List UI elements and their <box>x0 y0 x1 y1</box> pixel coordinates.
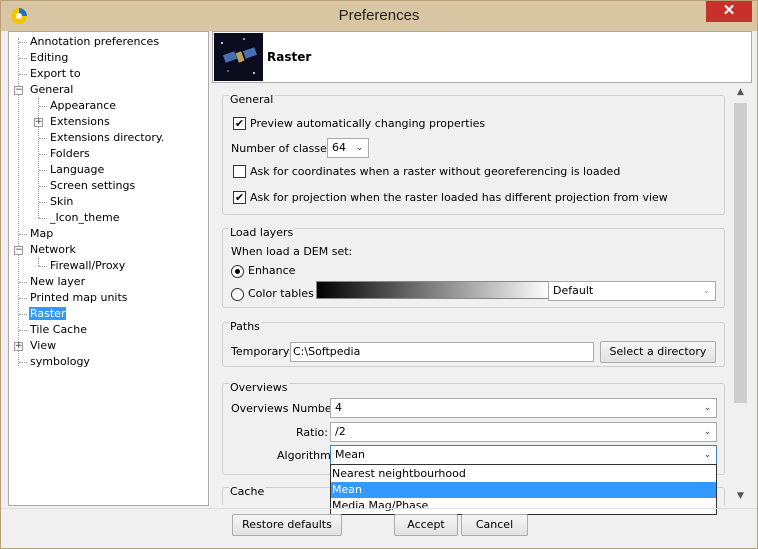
tree-item-extensions-directory[interactable]: Extensions directory. <box>39 130 165 146</box>
color-tables-label: Color tables <box>248 287 314 300</box>
tree-item-firewall-proxy[interactable]: Firewall/Proxy <box>39 258 126 274</box>
footer-divider <box>1 508 757 509</box>
ratio-select[interactable]: /2 ⌄ <box>330 422 717 442</box>
tree-item-annotation-preferences[interactable]: Annotation preferences <box>19 34 160 50</box>
tree-item-skin[interactable]: Skin <box>39 194 74 210</box>
dem-label: When load a DEM set: <box>231 245 353 258</box>
dropdown-arrow-icon: ⌄ <box>703 427 712 437</box>
ask-coordinates-label: Ask for coordinates when a raster withou… <box>250 165 621 178</box>
tree-item-language[interactable]: Language <box>39 162 105 178</box>
overviews-number-label: Overviews Number: <box>231 402 340 415</box>
temporary-path-input[interactable]: C:\Softpedia <box>290 342 594 362</box>
algorithm-select[interactable]: Mean ⌄ <box>330 445 717 465</box>
paths-group-title: Paths <box>229 320 261 333</box>
accept-button[interactable]: Accept <box>394 514 458 536</box>
ask-projection-checkbox[interactable]: ✔ <box>233 191 246 204</box>
tree-item-export-to[interactable]: Export to <box>19 66 82 82</box>
dropdown-arrow-icon: ⌄ <box>703 450 712 460</box>
dropdown-arrow-icon: ⌄ <box>702 286 711 296</box>
tree-item-raster[interactable]: Raster <box>19 306 67 322</box>
algorithm-option-media-mag-phase[interactable]: Media Mag/Phase <box>331 498 716 514</box>
overviews-group-title: Overviews <box>229 381 289 394</box>
window-title: Preferences <box>338 7 420 24</box>
panel-title: Raster <box>267 50 312 64</box>
preview-checkbox[interactable]: ✔ <box>233 117 246 130</box>
tree-item-extensions[interactable]: Extensions <box>39 114 111 130</box>
tree-item-screen-settings[interactable]: Screen settings <box>39 178 136 194</box>
ask-projection-label: Ask for projection when the raster loade… <box>250 191 668 204</box>
title-bar[interactable]: Preferences ✕ <box>1 1 757 31</box>
general-group: General ✔ Preview automatically changing… <box>222 93 725 215</box>
general-group-title: General <box>229 93 275 106</box>
scroll-up-icon[interactable]: ▲ <box>732 87 749 97</box>
satellite-icon <box>214 33 263 81</box>
ratio-label: Ratio: <box>296 426 328 439</box>
tree-item-editing[interactable]: Editing <box>19 50 69 66</box>
algorithm-label: Algorithm: <box>277 449 335 462</box>
number-of-classes-label: Number of classes: <box>231 142 337 155</box>
ask-coordinates-checkbox[interactable] <box>233 165 246 178</box>
preferences-tree: Annotation preferences Editing Export to… <box>8 31 209 506</box>
preferences-window: Preferences ✕ Annotation preferences Edi… <box>0 0 758 549</box>
tree-item-symbology[interactable]: symbology <box>19 354 91 370</box>
temporary-label: Temporary: <box>231 345 293 358</box>
load-layers-group-title: Load layers <box>229 226 295 239</box>
tree-item-icon-theme[interactable]: _Icon_theme <box>39 210 121 226</box>
algorithm-option-mean[interactable]: Mean <box>331 482 716 498</box>
cache-group-title: Cache <box>229 485 266 498</box>
dropdown-arrow-icon: ⌄ <box>355 143 364 153</box>
scroll-down-icon[interactable]: ▼ <box>732 491 749 501</box>
tree-item-appearance[interactable]: Appearance <box>39 98 117 114</box>
raster-settings-content: General ✔ Preview automatically changing… <box>222 85 732 505</box>
tree-item-network[interactable]: Network <box>19 242 77 258</box>
paths-group: Paths Temporary: C:\Softpedia Select a d… <box>222 320 725 367</box>
enhance-label: Enhance <box>248 264 296 277</box>
color-table-select[interactable]: Default ⌄ <box>548 281 716 301</box>
cancel-button[interactable]: Cancel <box>461 514 528 536</box>
panel-header: Raster <box>212 31 752 83</box>
overviews-group: Overviews Overviews Number: 4 ⌄ Ratio: /… <box>222 381 725 475</box>
tree-item-map[interactable]: Map <box>19 226 54 242</box>
tree-item-folders[interactable]: Folders <box>39 146 91 162</box>
tree-item-general[interactable]: General <box>19 82 74 98</box>
settings-scrollbar[interactable]: ▲ ▼ <box>732 85 749 505</box>
restore-defaults-button[interactable]: Restore defaults <box>232 514 342 536</box>
select-directory-button[interactable]: Select a directory <box>600 341 716 363</box>
number-of-classes-select[interactable]: 64 ⌄ <box>327 138 369 158</box>
tree-item-view[interactable]: View <box>19 338 57 354</box>
tree-item-new-layer[interactable]: New layer <box>19 274 86 290</box>
scrollbar-thumb[interactable] <box>734 103 747 403</box>
overviews-number-select[interactable]: 4 ⌄ <box>330 398 717 418</box>
preview-label: Preview automatically changing propertie… <box>250 117 486 130</box>
close-button[interactable]: ✕ <box>706 1 752 22</box>
tree-item-tile-cache[interactable]: Tile Cache <box>19 322 88 338</box>
enhance-radio[interactable] <box>231 265 244 278</box>
color-tables-radio[interactable] <box>231 288 244 301</box>
algorithm-option-nearest[interactable]: Nearest neightbourhood <box>331 466 716 482</box>
tree-item-printed-map-units[interactable]: Printed map units <box>19 290 129 306</box>
color-table-preview <box>316 281 550 299</box>
dropdown-arrow-icon: ⌄ <box>703 403 712 413</box>
